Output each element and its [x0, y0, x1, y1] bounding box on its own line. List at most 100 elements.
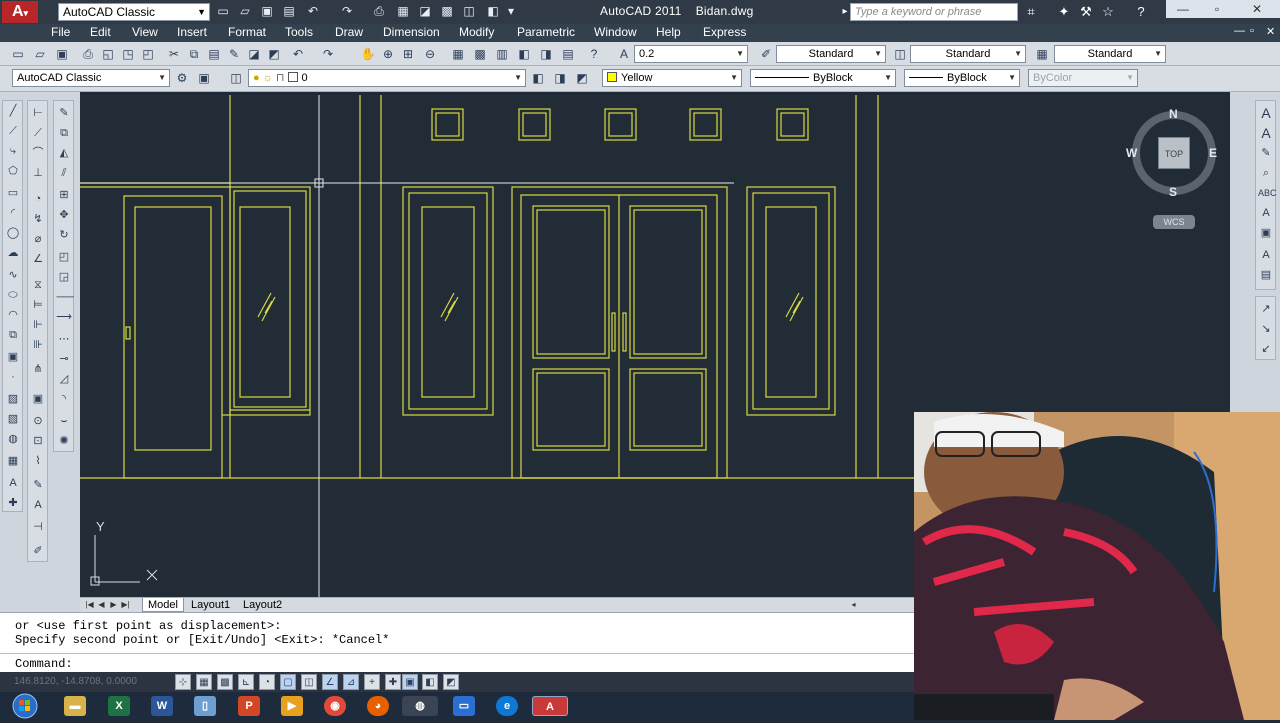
gear-icon[interactable]: ⚙ — [174, 70, 190, 86]
quick-dim-icon[interactable]: ⧖ — [30, 277, 46, 293]
center-mark-icon[interactable]: ⊙ — [30, 413, 46, 429]
dimstyle-icon[interactable]: ✐ — [30, 543, 46, 559]
ellipse-arc-icon[interactable]: ◠ — [5, 307, 21, 323]
erase-icon[interactable]: ✎ — [56, 105, 72, 121]
multileader-icon[interactable]: ↗ — [1258, 301, 1274, 317]
remove-leader-icon[interactable]: ↙ — [1258, 341, 1274, 357]
spline-icon[interactable]: ∿ — [5, 267, 21, 283]
fillet-icon[interactable]: ◝ — [56, 391, 72, 407]
menu-format[interactable]: Format — [228, 25, 266, 39]
communication-icon[interactable]: ⚒ — [1077, 3, 1095, 21]
layer-select[interactable]: ● ☼ ⊓ 0 ▼ — [248, 69, 526, 87]
edit-text-icon[interactable]: ✎ — [1258, 145, 1274, 161]
viewcube[interactable]: N S E W TOP — [1126, 107, 1220, 199]
favorites-icon[interactable]: ☆ — [1099, 3, 1117, 21]
doc-minimize-button[interactable]: — — [1234, 25, 1245, 37]
help-icon[interactable]: ? — [586, 46, 602, 62]
dynamic-input-icon[interactable]: + — [364, 674, 380, 690]
break-icon[interactable]: ⋔ — [30, 361, 46, 377]
region-icon[interactable]: ◍ — [5, 431, 21, 447]
save-icon[interactable]: ▣ — [260, 4, 274, 18]
compass-north[interactable]: N — [1169, 107, 1178, 121]
design-center-icon[interactable]: ▩ — [472, 46, 488, 62]
sheet-set-icon[interactable]: ◧ — [516, 46, 532, 62]
stretch-icon[interactable]: ◲ — [56, 269, 72, 285]
color-select[interactable]: Yellow ▼ — [602, 69, 742, 87]
arc-icon[interactable]: ◜ — [5, 205, 21, 221]
point-icon[interactable]: · — [5, 369, 21, 385]
spell-check-icon[interactable]: ABC — [1258, 185, 1277, 201]
angular-icon[interactable]: ∠ — [30, 251, 46, 267]
rectangle-icon[interactable]: ▭ — [5, 185, 21, 201]
excel-icon[interactable]: X — [108, 696, 130, 716]
menu-parametric[interactable]: Parametric — [517, 25, 575, 39]
help-icon[interactable]: ? — [1132, 3, 1150, 21]
menu-help[interactable]: Help — [656, 25, 681, 39]
menu-view[interactable]: View — [132, 25, 158, 39]
polar-tracking-icon[interactable]: ◔ — [259, 674, 275, 690]
menu-express[interactable]: Express — [703, 25, 746, 39]
join-icon[interactable]: ⊸ — [56, 351, 72, 367]
coordinate-readout[interactable]: 146.8120, -14.8708, 0.0000 — [14, 676, 137, 687]
minimize-button[interactable]: — — [1166, 0, 1200, 18]
binoculars-icon[interactable]: ⌗ — [1022, 3, 1040, 21]
quick-properties-icon[interactable]: ◧ — [422, 674, 438, 690]
tolerance-icon[interactable]: ▣ — [30, 391, 46, 407]
find-icon[interactable]: ⌕ — [1258, 165, 1274, 181]
selection-cycling-icon[interactable]: ◩ — [443, 674, 459, 690]
ordinate-icon[interactable]: ⊥ — [30, 165, 46, 181]
polyline-icon[interactable]: ⤷ — [5, 143, 21, 159]
chrome-icon[interactable]: ◉ — [324, 696, 346, 716]
open-icon[interactable]: ▱ — [238, 4, 252, 18]
make-block-icon[interactable]: ▣ — [5, 349, 21, 365]
compass-west[interactable]: W — [1126, 146, 1137, 160]
start-button[interactable] — [8, 692, 42, 720]
3d-osnap-icon[interactable]: ◫ — [301, 674, 317, 690]
workspace-dropdown[interactable]: AutoCAD Classic ▼ — [58, 3, 210, 21]
move-icon[interactable]: ✥ — [56, 207, 72, 223]
toolbar-lock-icon[interactable]: ▣ — [196, 70, 212, 86]
ucs-menu-button[interactable]: WCS — [1153, 215, 1195, 229]
word-icon[interactable]: W — [151, 696, 173, 716]
edge-icon[interactable]: e — [496, 696, 518, 716]
menu-edit[interactable]: Edit — [90, 25, 111, 39]
pan-icon[interactable]: ✋ — [360, 46, 376, 62]
table-icon[interactable]: ▦ — [5, 453, 21, 469]
layer-icon[interactable]: ◫ — [462, 4, 476, 18]
text-style-icon[interactable]: A — [616, 46, 632, 62]
dim-style-icon[interactable]: ✐ — [758, 46, 774, 62]
explode-icon[interactable]: ✺ — [56, 433, 72, 449]
menu-dimension[interactable]: Dimension — [383, 25, 440, 39]
dynamic-ucs-icon[interactable]: ⊿ — [343, 674, 359, 690]
inspection-icon[interactable]: ⊡ — [30, 433, 46, 449]
plot-icon[interactable]: ⎙ — [372, 4, 386, 18]
block-editor-icon[interactable]: ◪ — [246, 46, 262, 62]
blend-icon[interactable]: ⌣ — [56, 413, 72, 429]
continue-icon[interactable]: ⊩ — [30, 317, 46, 333]
object-snap-tracking-icon[interactable]: ∠ — [322, 674, 338, 690]
circle-icon[interactable]: ◯ — [5, 225, 21, 241]
transparency-icon[interactable]: ▣ — [402, 674, 418, 690]
text-height-select[interactable]: 0.2 ▼ — [634, 45, 748, 63]
compass-east[interactable]: E — [1209, 146, 1217, 160]
copy-object-icon[interactable]: ⧉ — [56, 125, 72, 141]
calc-icon[interactable]: ▩ — [440, 4, 454, 18]
help-search-input[interactable]: Type a keyword or phrase — [850, 3, 1018, 21]
tab-model[interactable]: Model — [142, 598, 184, 612]
tab-layout2[interactable]: Layout2 — [238, 598, 287, 612]
prev-tab-icon[interactable]: ◀ — [96, 599, 107, 611]
linear-dim-icon[interactable]: ⊢ — [30, 105, 46, 121]
scale-text-icon[interactable]: ▣ — [1258, 225, 1274, 241]
properties-icon[interactable]: ▦ — [396, 4, 410, 18]
redo-icon[interactable]: ↷ — [340, 4, 354, 18]
blockeditor-icon[interactable]: ◩ — [266, 46, 282, 62]
jogged-icon[interactable]: ↯ — [30, 211, 46, 227]
autocad-icon[interactable]: A — [532, 696, 568, 716]
menu-draw[interactable]: Draw — [335, 25, 363, 39]
zoom-realtime-icon[interactable]: ⊕ — [380, 46, 396, 62]
layer-previous-icon[interactable]: ◨ — [552, 70, 568, 86]
paste-icon[interactable]: ▤ — [206, 46, 222, 62]
chevron-down-icon[interactable]: ▾ — [504, 4, 518, 18]
polygon-icon[interactable]: ⬠ — [5, 163, 21, 179]
new-icon[interactable]: ▭ — [216, 4, 230, 18]
